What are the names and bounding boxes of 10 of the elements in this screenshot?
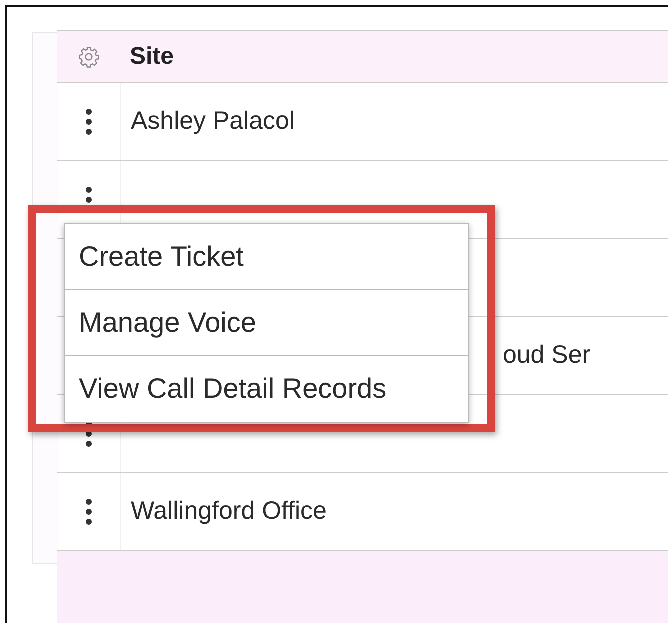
kebab-menu-icon[interactable] <box>86 108 92 134</box>
kebab-menu-icon[interactable] <box>86 498 92 524</box>
menu-item[interactable]: View Call Detail Records <box>65 356 468 422</box>
settings-icon[interactable] <box>78 46 100 68</box>
table-cell-text: Ashley Palacol <box>130 107 295 136</box>
table-cell-text: oud Ser <box>502 341 591 370</box>
column-header[interactable]: Site <box>120 42 174 70</box>
table-cell-text: Wallingford Office <box>130 497 327 526</box>
menu-item[interactable]: Manage Voice <box>65 290 468 356</box>
menu-item[interactable]: Create Ticket <box>65 224 468 290</box>
